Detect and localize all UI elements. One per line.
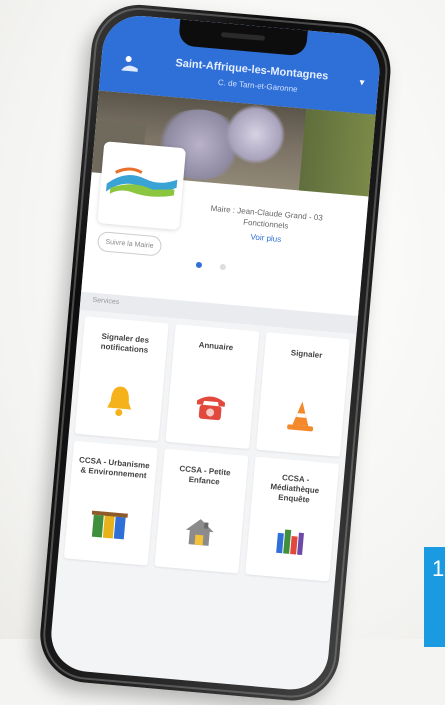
service-tile[interactable]: CCSA - Urbanisme & Environnement: [63, 440, 158, 566]
tile-label: Annuaire: [198, 340, 234, 353]
carousel-dot[interactable]: [219, 263, 227, 271]
commune-title[interactable]: Saint-Affrique-les-Montagnes: [175, 57, 329, 82]
tile-label: CCSA - Médiathèque Enquête: [270, 473, 320, 505]
recycling-bins-icon: [89, 507, 129, 547]
tile-label: CCSA - Petite Enfance: [179, 464, 231, 487]
follow-button[interactable]: Suivre la Mairie: [96, 231, 163, 257]
service-tile[interactable]: Signaler des notifications: [74, 316, 169, 442]
phone-screen: Saint-Affrique-les-Montagnes C. de Tarn-…: [48, 12, 383, 693]
phone-icon: [192, 390, 229, 428]
tile-label: CCSA - Urbanisme & Environnement: [78, 455, 151, 481]
commune-logo: [97, 141, 187, 231]
carousel-dots: [195, 261, 227, 271]
service-tile[interactable]: Signaler: [256, 332, 351, 457]
phone-mockup: Saint-Affrique-les-Montagnes C. de Tarn-…: [36, 0, 395, 705]
commune-subtitle: C. de Tarn-et-Garonne: [217, 77, 298, 94]
service-tile[interactable]: CCSA - Petite Enfance: [154, 448, 249, 574]
services-grid: Signaler des notifications Annuaire Sign…: [63, 316, 351, 582]
chevron-down-icon[interactable]: ▾: [359, 77, 365, 88]
house-icon: [182, 515, 217, 555]
section-label: Services: [92, 296, 120, 307]
service-tile[interactable]: CCSA - Médiathèque Enquête: [245, 456, 340, 582]
tile-label: Signaler: [290, 348, 323, 361]
view-more-link[interactable]: Voir plus: [250, 232, 281, 244]
mayor-info: Maire : Jean-Claude Grand - 03 Fonctionn…: [210, 203, 324, 231]
app-logo-icon[interactable]: [118, 52, 142, 76]
traffic-cone-icon: [283, 398, 318, 440]
tile-label: Signaler des notifications: [100, 331, 150, 355]
profile-card: Maire : Jean-Claude Grand - 03 Fonctionn…: [81, 141, 369, 317]
library-icon: [273, 523, 308, 563]
carousel-dot[interactable]: [195, 261, 203, 269]
service-tile[interactable]: Annuaire: [165, 324, 260, 450]
bell-icon: [103, 382, 136, 423]
page-badge: 1: [424, 547, 445, 647]
